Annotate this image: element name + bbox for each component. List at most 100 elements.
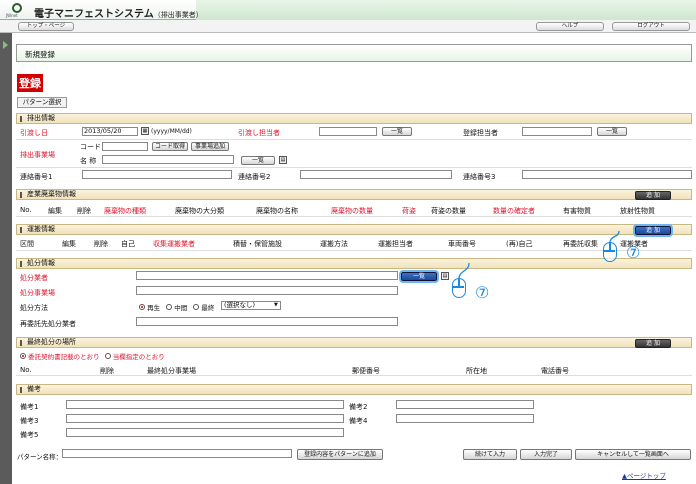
- section-discharge: 排出情報: [16, 113, 692, 124]
- renraku2-label: 連絡番号2: [238, 173, 271, 181]
- waste-col-radioactive: 放射性物質: [620, 207, 655, 215]
- page-title-bar: 新規登録: [16, 44, 692, 62]
- transport-col-vehicle: 車両番号: [448, 240, 476, 248]
- final-col-no: No.: [20, 366, 32, 374]
- disposal-list-button[interactable]: 一覧: [399, 270, 439, 283]
- transport-col-method: 運搬方法: [320, 240, 348, 248]
- reitaku-input[interactable]: [136, 317, 398, 326]
- pattern-select-tab[interactable]: パターン選択: [17, 97, 67, 108]
- date-input[interactable]: 2013/05/20: [82, 127, 138, 136]
- remark4-input[interactable]: [396, 414, 534, 423]
- step-marker: ⑦: [475, 283, 490, 302]
- hikiwatashi-date-label: 引渡し日: [20, 129, 48, 137]
- transport-col-facility: 積替・保管施設: [233, 240, 282, 248]
- method-radio-group[interactable]: 再生 中間 最終: [139, 302, 214, 312]
- disposal-gyosha-label: 処分業者: [20, 274, 48, 282]
- renraku1-label: 連絡番号1: [20, 173, 53, 181]
- touroku-list-button[interactable]: 一覧: [597, 127, 627, 136]
- pattern-name-label: パターン名称：: [17, 453, 63, 461]
- tab-help[interactable]: ヘルプ: [536, 22, 604, 31]
- mouse-cable-icon: [458, 262, 470, 280]
- name-label: 名 称: [80, 157, 97, 165]
- app-subtitle: （排出事業者）: [153, 11, 203, 19]
- mouse-cable-icon: [609, 230, 620, 244]
- code-fetch-button[interactable]: コード取得: [152, 142, 188, 151]
- name-input[interactable]: [102, 155, 234, 164]
- remark2-label: 備考2: [349, 403, 368, 411]
- tantou-input[interactable]: [319, 127, 377, 136]
- transport-col-edit: 編集: [62, 240, 76, 248]
- side-toggle[interactable]: [0, 33, 12, 484]
- disposal-gyosha-input[interactable]: [136, 271, 398, 280]
- touroku-label: 登録担当者: [463, 129, 498, 137]
- detail-icon[interactable]: ▤: [279, 156, 287, 164]
- continue-button[interactable]: 続けて入力: [463, 449, 517, 460]
- page-top-link[interactable]: ▲ページトップ: [622, 470, 666, 480]
- renraku3-input[interactable]: [522, 170, 692, 179]
- transport-add-button[interactable]: 追 加: [633, 224, 673, 237]
- waste-col-quantity: 廃棄物の数量: [331, 207, 373, 215]
- waste-col-name: 廃棄物の名称: [256, 207, 298, 215]
- transport-col-self: 自己: [121, 240, 135, 248]
- code-input[interactable]: [102, 142, 148, 151]
- jigyojo-list-button[interactable]: 一覧: [241, 156, 275, 165]
- section-disposal: 処分情報: [16, 258, 692, 269]
- jigyojo-add-button[interactable]: 事業場追加: [191, 142, 229, 151]
- remark3-label: 備考3: [20, 417, 39, 425]
- disposal-detail-icon[interactable]: ▤: [441, 272, 449, 280]
- jwnet-logo: JWnet: [4, 2, 32, 18]
- pattern-name-input[interactable]: [62, 449, 292, 458]
- transport-col-section: 区間: [20, 240, 34, 248]
- remark1-input[interactable]: [66, 400, 344, 409]
- section-waste: 産業廃棄物情報: [16, 189, 692, 200]
- radio-contract[interactable]: [20, 353, 26, 359]
- waste-col-edit: 編集: [48, 207, 62, 215]
- waste-col-packing: 荷姿: [402, 207, 416, 215]
- remark5-label: 備考5: [20, 431, 39, 439]
- renraku2-input[interactable]: [300, 170, 452, 179]
- section-remarks: 備考: [16, 384, 692, 395]
- radio-recycle[interactable]: [139, 304, 145, 310]
- remark1-label: 備考1: [20, 403, 39, 411]
- final-radio-group[interactable]: 委託契約書記載のとおり 当欄指定のとおり: [20, 351, 165, 361]
- tab-logout[interactable]: ログアウト: [612, 22, 690, 31]
- waste-col-delete: 削除: [77, 207, 91, 215]
- radio-specified[interactable]: [104, 353, 111, 359]
- complete-button[interactable]: 入力完了: [520, 449, 572, 460]
- waste-col-category: 廃棄物の大分類: [175, 207, 224, 215]
- waste-add-button[interactable]: 追 加: [635, 191, 671, 200]
- disposal-jigyojo-label: 処分事業場: [20, 289, 55, 297]
- remark2-input[interactable]: [396, 400, 534, 409]
- calendar-icon[interactable]: ▦: [141, 127, 149, 135]
- waste-col-no: No.: [20, 206, 32, 214]
- code-label: コード: [80, 143, 101, 151]
- save-pattern-button[interactable]: 登録内容をパターンに追加: [297, 449, 383, 460]
- transport-col-tantou: 運搬担当者: [378, 240, 413, 248]
- disposal-method-label: 処分方法: [20, 304, 48, 312]
- method-select[interactable]: (選択なし): [221, 301, 281, 310]
- final-add-button[interactable]: 追 加: [635, 339, 671, 348]
- cancel-button[interactable]: キャンセルして一覧画面へ: [575, 449, 691, 460]
- radio-intermediate[interactable]: [166, 304, 173, 310]
- section-transport: 運搬情報: [16, 224, 692, 235]
- waste-col-harmful: 有害物質: [563, 207, 591, 215]
- header-decoration: [196, 0, 696, 20]
- section-final: 最終処分の場所: [16, 337, 692, 348]
- step-marker: ⑦: [626, 243, 641, 262]
- touroku-input[interactable]: [522, 127, 592, 136]
- waste-col-packing-qty: 荷姿の数量: [431, 207, 466, 215]
- tantou-list-button[interactable]: 一覧: [382, 127, 412, 136]
- remark4-label: 備考4: [349, 417, 368, 425]
- reitaku-label: 再委託先処分業者: [20, 320, 76, 328]
- date-format-hint: (yyyy/MM/dd): [151, 128, 192, 135]
- mouse-click-icon: [452, 278, 466, 298]
- remark3-input[interactable]: [66, 414, 344, 423]
- jigyojo-label: 排出事業場: [20, 151, 55, 159]
- waste-col-type: 廃棄物の種類: [104, 207, 146, 215]
- renraku3-label: 連絡番号3: [463, 173, 496, 181]
- disposal-jigyojo-input[interactable]: [136, 286, 398, 295]
- renraku1-input[interactable]: [82, 170, 232, 179]
- remark5-input[interactable]: [66, 428, 344, 437]
- radio-final[interactable]: [193, 304, 200, 310]
- tab-top-page[interactable]: トップ・ページ: [18, 22, 74, 31]
